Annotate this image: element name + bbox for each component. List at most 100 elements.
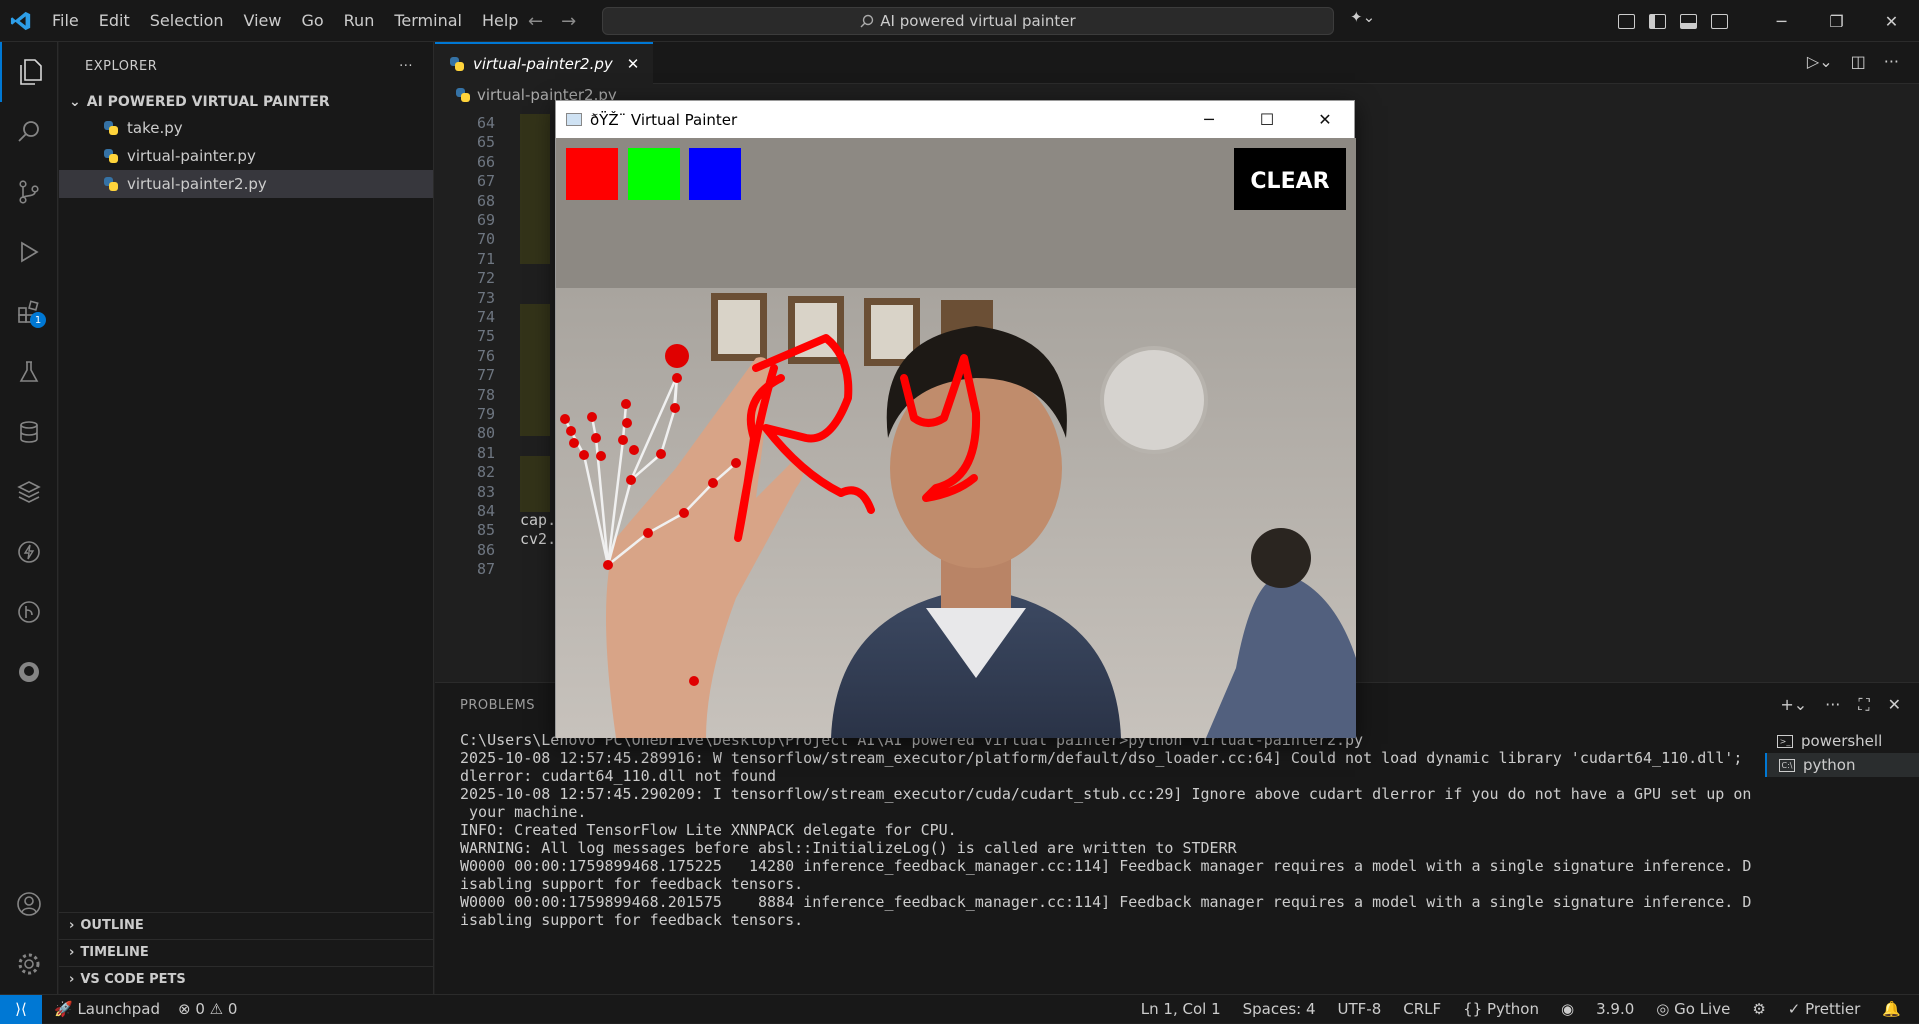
new-terminal-icon[interactable]: +⌄ xyxy=(1780,695,1807,715)
database-icon[interactable] xyxy=(0,402,58,462)
lightning-icon[interactable] xyxy=(0,522,58,582)
terminal-icon: C:\ xyxy=(1779,758,1795,772)
split-editor-icon[interactable]: ◫ xyxy=(1851,52,1866,71)
error-count: 0 xyxy=(195,1000,205,1018)
menu-selection[interactable]: Selection xyxy=(140,0,234,42)
window-maximize-icon[interactable]: ☐ xyxy=(1238,101,1296,138)
indentation[interactable]: Spaces: 4 xyxy=(1243,1000,1316,1018)
terminal-python[interactable]: C:\ python xyxy=(1765,753,1919,777)
workspace-folder[interactable]: ⌄ AI POWERED VIRTUAL PAINTER xyxy=(59,90,433,114)
minimize-icon[interactable]: ─ xyxy=(1754,0,1809,42)
search-view-icon[interactable] xyxy=(0,102,58,162)
restore-icon[interactable]: ❐ xyxy=(1809,0,1864,42)
back-arrow-icon[interactable]: ← xyxy=(528,11,543,32)
warning-count: 0 xyxy=(227,1000,238,1018)
settings-sync-icon[interactable]: ⚙ xyxy=(1752,1000,1765,1018)
layers-icon[interactable] xyxy=(0,462,58,522)
toggle-primary-sidebar-icon[interactable] xyxy=(1649,13,1666,29)
search-text: AI powered virtual painter xyxy=(880,12,1076,30)
command-center-search[interactable]: AI powered virtual painter xyxy=(602,7,1334,35)
line-number: 69 xyxy=(476,211,495,229)
close-panel-icon[interactable]: ✕ xyxy=(1888,695,1901,715)
chevron-right-icon: › xyxy=(69,945,75,960)
activity-bar: 1 xyxy=(0,42,58,994)
extensions-icon[interactable]: 1 xyxy=(0,282,58,342)
line-number: 70 xyxy=(476,230,495,249)
line-number: 71 xyxy=(476,249,495,268)
line-number: 73 xyxy=(476,288,495,307)
run-python-icon[interactable]: ▷⌄ xyxy=(1807,52,1833,71)
panel-more-icon[interactable]: ··· xyxy=(1825,695,1840,715)
tab-label: virtual-painter2.py xyxy=(473,55,613,73)
line-number: 85 xyxy=(476,521,495,540)
color-swatch-red[interactable] xyxy=(566,148,618,200)
terminal-output[interactable]: C:\Users\Lenovo PC\OneDrive\Desktop\Proj… xyxy=(460,731,1751,929)
more-actions-icon[interactable]: ··· xyxy=(399,59,413,74)
outline-section[interactable]: › OUTLINE xyxy=(59,912,434,938)
cursor-position[interactable]: Ln 1, Col 1 xyxy=(1141,1000,1221,1018)
launchpad-item[interactable]: 🚀 Launchpad xyxy=(54,1000,160,1018)
line-number: 86 xyxy=(476,540,495,559)
go-live[interactable]: ◎ Go Live xyxy=(1656,1000,1730,1018)
source-control-icon[interactable] xyxy=(0,162,58,222)
menu-edit[interactable]: Edit xyxy=(89,0,140,42)
maximize-panel-icon[interactable]: ⛶ xyxy=(1858,695,1869,715)
terminal-powershell[interactable]: >_ powershell xyxy=(1765,729,1919,753)
forward-arrow-icon[interactable]: → xyxy=(561,11,576,32)
encoding[interactable]: UTF-8 xyxy=(1338,1000,1382,1018)
file-virtual-painter2-py[interactable]: virtual-painter2.py xyxy=(59,170,433,198)
prettier[interactable]: ✓ Prettier xyxy=(1788,1000,1861,1018)
timeline-section[interactable]: › TIMELINE xyxy=(59,939,434,965)
copilot-icon[interactable]: ✦⌄ xyxy=(1350,8,1375,26)
close-icon[interactable]: ✕ xyxy=(1864,0,1919,42)
color-swatch-green[interactable] xyxy=(628,148,680,200)
toggle-panel-icon[interactable] xyxy=(1680,13,1697,29)
line-number: 83 xyxy=(476,482,495,501)
window-close-icon[interactable]: ✕ xyxy=(1296,101,1354,138)
file-virtual-painter-py[interactable]: virtual-painter.py xyxy=(59,142,433,170)
menu-terminal[interactable]: Terminal xyxy=(384,0,472,42)
testing-flask-icon[interactable] xyxy=(0,342,58,402)
menu-run[interactable]: Run xyxy=(334,0,385,42)
file-take-py[interactable]: take.py xyxy=(59,114,433,142)
menu-view[interactable]: View xyxy=(234,0,292,42)
account-icon[interactable] xyxy=(0,874,58,934)
camera-feed[interactable]: CLEAR xyxy=(556,138,1356,738)
menu-go[interactable]: Go xyxy=(291,0,333,42)
search-icon xyxy=(860,14,874,28)
github-icon[interactable] xyxy=(0,642,58,702)
terminal-label: python xyxy=(1803,756,1856,774)
menu-help[interactable]: Help xyxy=(472,0,528,42)
git-graph-icon[interactable] xyxy=(0,582,58,642)
tab-virtual-painter2[interactable]: virtual-painter2.py ✕ xyxy=(435,42,654,84)
title-bar: File Edit Selection View Go Run Terminal… xyxy=(0,0,1919,42)
end-of-line[interactable]: CRLF xyxy=(1403,1000,1441,1018)
color-swatch-blue[interactable] xyxy=(689,148,741,200)
explorer-sidebar: EXPLORER ··· ⌄ AI POWERED VIRTUAL PAINTER … xyxy=(59,42,434,994)
line-number: 74 xyxy=(476,308,495,326)
remote-indicator-icon[interactable]: ⟩⟨ xyxy=(0,994,42,1024)
vscode-pets-section[interactable]: › VS CODE PETS xyxy=(59,966,434,992)
section-label: OUTLINE xyxy=(80,918,144,933)
notifications-bell-icon[interactable]: 🔔 xyxy=(1882,1000,1901,1018)
toggle-secondary-sidebar-icon[interactable] xyxy=(1711,13,1728,29)
explorer-icon[interactable] xyxy=(0,42,58,102)
editor-more-icon[interactable]: ··· xyxy=(1884,52,1899,71)
window-minimize-icon[interactable]: ─ xyxy=(1180,101,1238,138)
menu-file[interactable]: File xyxy=(42,0,89,42)
manage-gear-icon[interactable] xyxy=(0,934,58,994)
panel-tab-problems[interactable]: PROBLEMS xyxy=(460,698,535,713)
customize-layout-icon[interactable] xyxy=(1618,13,1635,29)
line-number: 65 xyxy=(476,133,495,152)
virtual-painter-window[interactable]: ðŸŽ¨ Virtual Painter ─ ☐ ✕ CLEAR xyxy=(555,100,1356,738)
line-number: 81 xyxy=(476,443,495,462)
python-version[interactable]: 3.9.0 xyxy=(1596,1000,1634,1018)
line-number: 78 xyxy=(476,385,495,404)
language-mode[interactable]: {} Python xyxy=(1463,1000,1539,1018)
run-debug-icon[interactable] xyxy=(0,222,58,282)
close-tab-icon[interactable]: ✕ xyxy=(627,55,640,73)
copilot-status-icon[interactable]: ◉ xyxy=(1561,1000,1574,1018)
chevron-right-icon: › xyxy=(69,918,75,933)
problems-status[interactable]: ⊗ 0 ⚠ 0 xyxy=(178,1000,237,1018)
terminal-label: powershell xyxy=(1801,732,1883,750)
